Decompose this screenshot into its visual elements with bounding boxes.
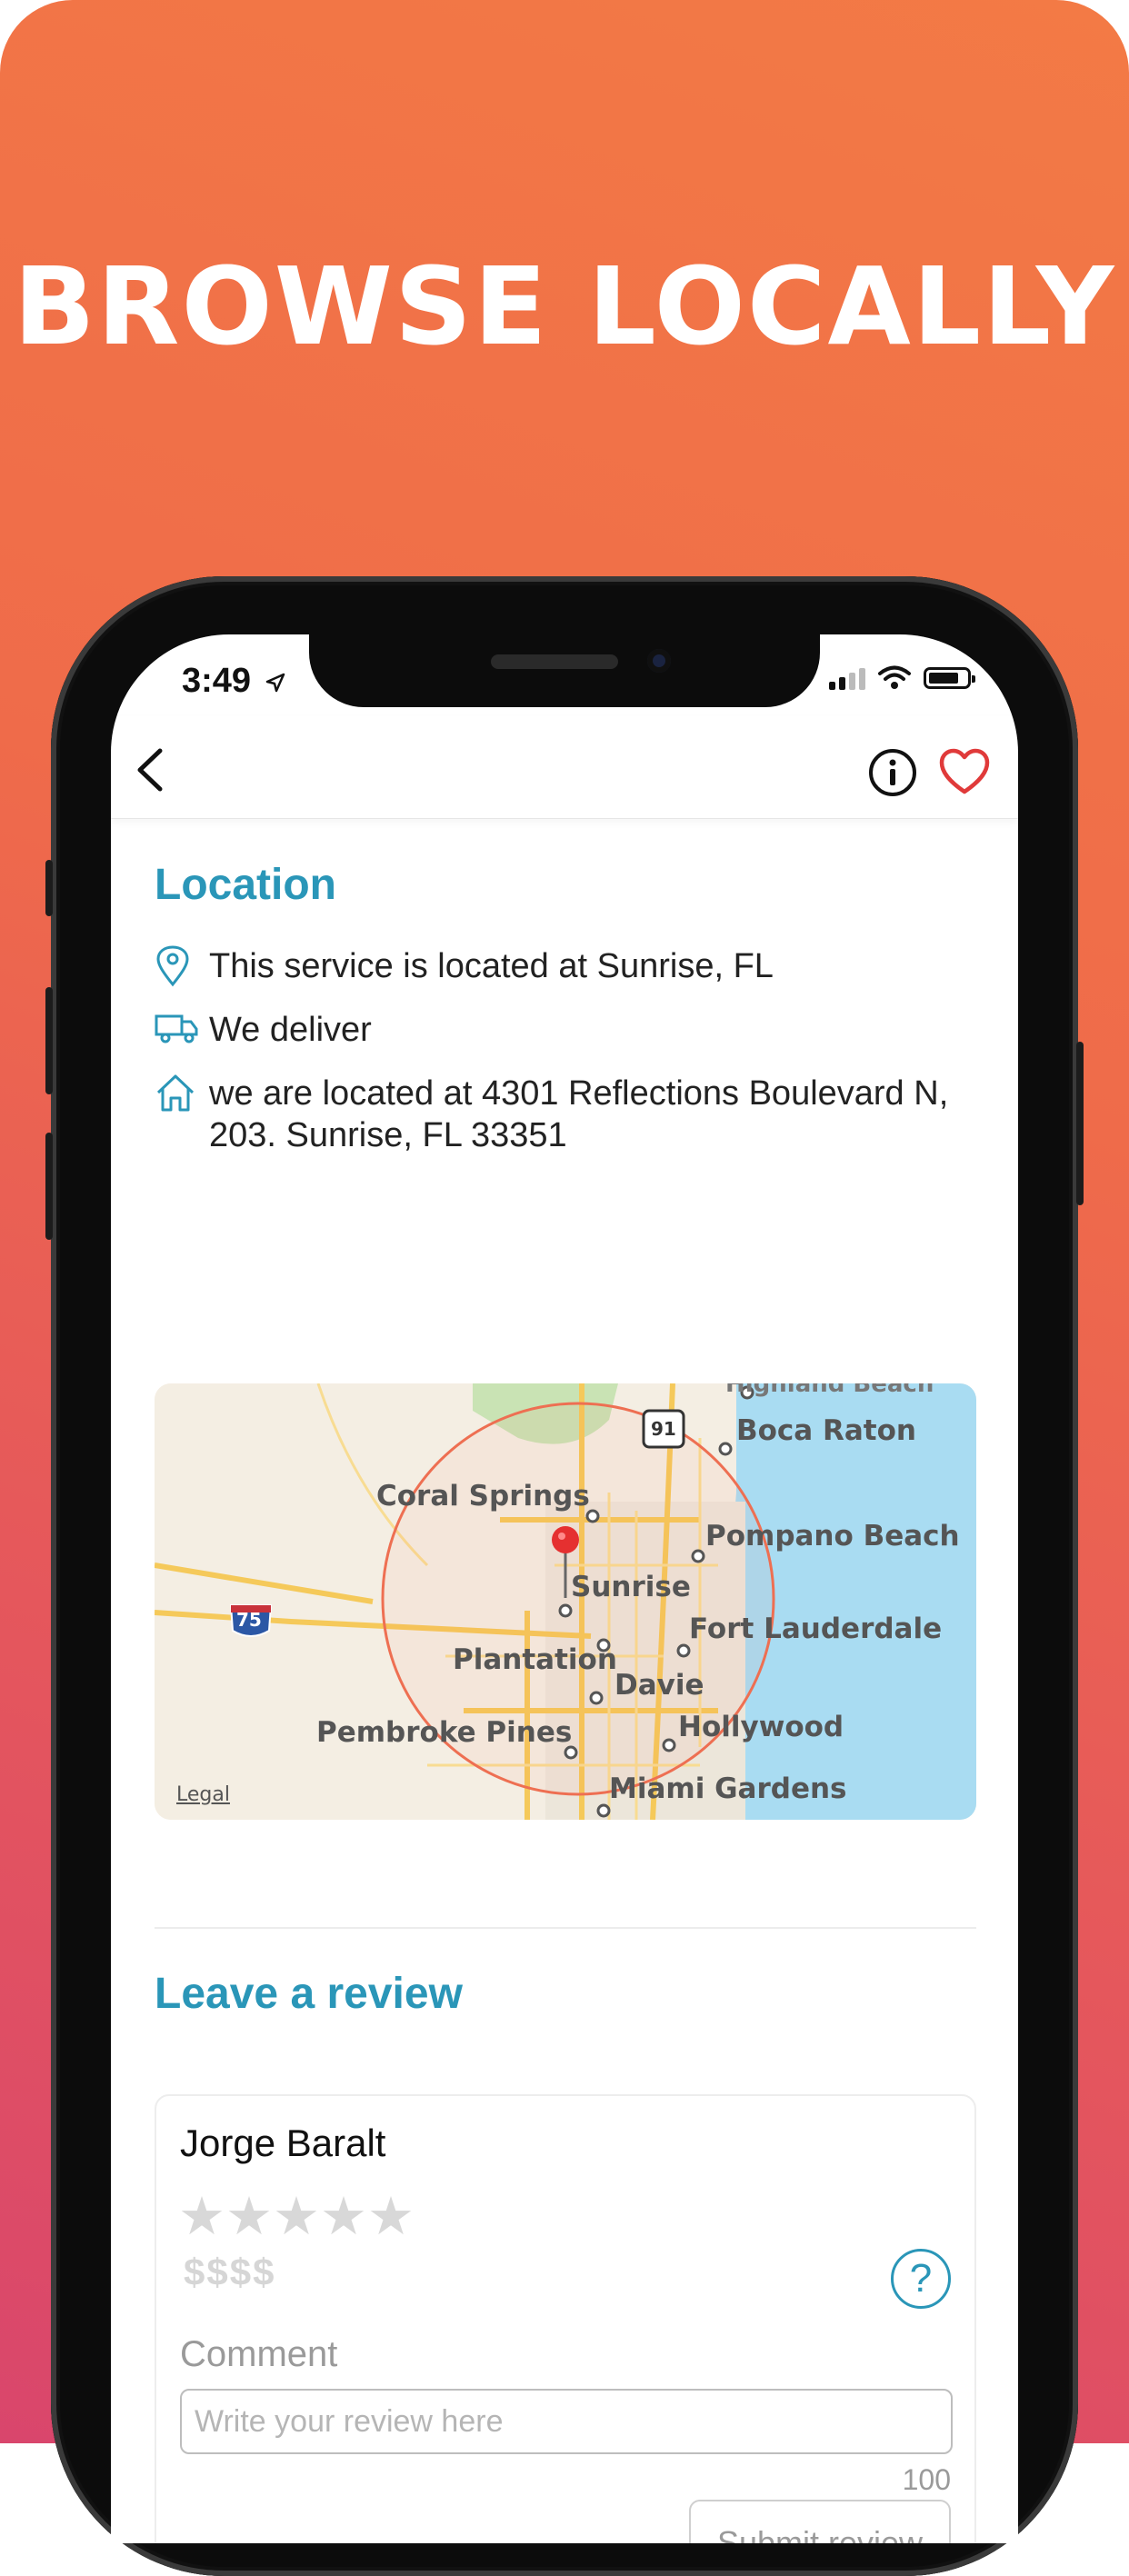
map-label-pembroke-pines: Pembroke Pines [316,1716,573,1749]
help-button[interactable]: ? [891,2249,951,2309]
home-icon [155,1073,209,1117]
location-section-title: Location [155,861,336,909]
location-arrow-icon [265,673,285,693]
map-pin-icon [155,945,209,992]
nav-bar [111,716,1018,819]
comment-label: Comment [180,2334,338,2374]
map-label-plantation: Plantation [453,1643,617,1676]
status-time: 3:49 [182,662,286,701]
location-row-text: This service is located at Sunrise, FL [209,947,774,985]
promo-headline: BROWSE LOCALLY [13,244,1116,369]
battery-icon [924,667,975,689]
star-rating-input[interactable]: ★★★★★ [178,2191,415,2243]
map-label-pompano-beach: Pompano Beach [705,1520,960,1553]
chevron-left-icon[interactable] [131,747,171,793]
comment-input[interactable] [180,2389,953,2454]
map-label-davie: Davie [614,1669,704,1702]
map-label-boca-raton: Boca Raton [736,1414,916,1447]
info-circle-icon[interactable] [867,747,918,798]
volume-up-button [45,987,53,1094]
status-time-text: 3:49 [182,662,252,700]
delivery-truck-icon [155,1009,209,1050]
status-icons [829,665,975,691]
interstate-shield-icon: 75 [236,1609,262,1631]
reviewer-name: Jorge Baralt [180,2122,386,2164]
heart-outline-icon[interactable] [938,747,991,796]
submit-review-button[interactable]: Submit review [689,2500,951,2543]
earpiece-speaker [491,654,618,669]
mute-switch [45,860,53,916]
map-label-highland-beach: Highland Beach [725,1383,934,1398]
map-label-miami-gardens: Miami Gardens [609,1772,847,1805]
review-section-title: Leave a review [155,1970,463,2018]
phone-screen: 3:49 Location This service is located at… [111,634,1018,2543]
location-row-delivery: We deliver [155,1009,973,1051]
location-map[interactable]: Highland Beach Boca Raton Coral Springs … [155,1383,976,1820]
wifi-icon [878,665,911,689]
notch [309,634,820,707]
location-row-city: This service is located at Sunrise, FL [155,945,973,992]
price-level-input[interactable]: $$$$ [184,2251,275,2294]
review-card: Jorge Baralt ★★★★★ $$$$ ? Comment 100 Su… [155,2094,976,2543]
map-legal-link[interactable]: Legal [176,1783,230,1806]
section-divider [155,1927,976,1929]
map-graphic [155,1383,976,1820]
location-row-text: we are located at 4301 Reflections Boule… [209,1074,949,1154]
star-rating-stars[interactable]: ★★★★★ [178,2191,415,2243]
signal-icon [829,666,865,690]
location-row-address: we are located at 4301 Reflections Boule… [155,1073,973,1156]
volume-down-button [45,1133,53,1240]
location-row-text: We deliver [209,1011,372,1049]
power-button [1076,1042,1084,1205]
map-label-sunrise: Sunrise [571,1571,691,1603]
map-label-fort-lauderdale: Fort Lauderdale [689,1612,943,1645]
char-limit-counter: 100 [902,2463,951,2496]
front-camera [647,649,671,673]
map-label-hollywood: Hollywood [678,1711,844,1743]
state-road-shield-icon: 91 [651,1418,676,1440]
map-label-coral-springs: Coral Springs [376,1480,590,1513]
